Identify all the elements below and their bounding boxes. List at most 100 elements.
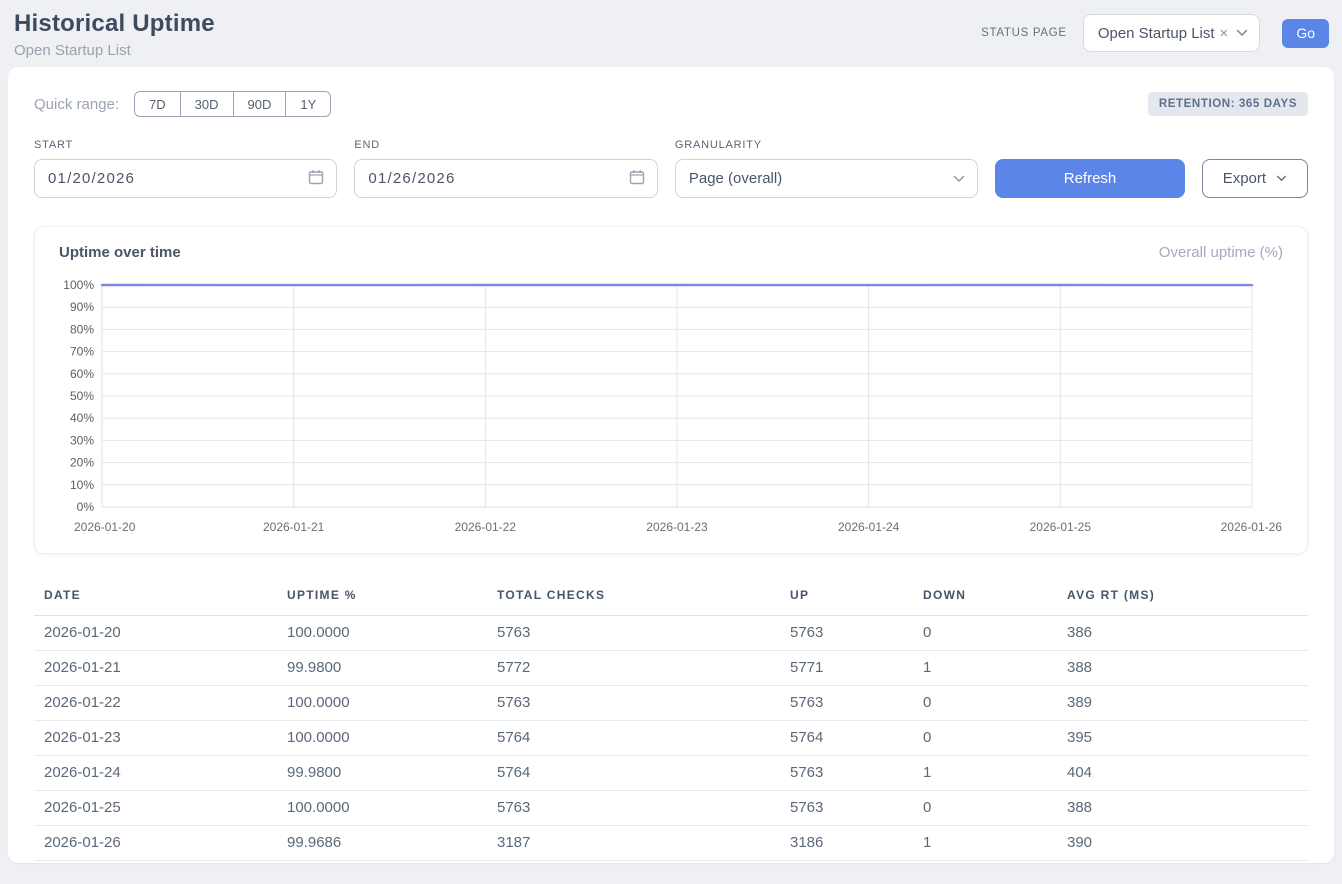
y-axis-tick-label: 0% bbox=[77, 500, 95, 514]
table-cell: 0 bbox=[913, 616, 1057, 651]
status-page-select[interactable]: Open Startup List × bbox=[1083, 14, 1261, 52]
uptime-line-chart: 0%10%20%30%40%50%60%70%80%90%100%2026-01… bbox=[35, 269, 1307, 547]
controls-row: START 01/20/2026 END 01/26/2026 GRANULAR… bbox=[34, 139, 1308, 198]
chevron-down-icon bbox=[1276, 175, 1287, 182]
end-label: END bbox=[354, 139, 657, 151]
table-row: 2026-01-20100.0000576357630386 bbox=[34, 616, 1308, 651]
table-row: 2026-01-22100.0000576357630389 bbox=[34, 686, 1308, 721]
refresh-button[interactable]: Refresh bbox=[995, 159, 1185, 198]
granularity-label: GRANULARITY bbox=[675, 139, 978, 151]
table-cell: 2026-01-21 bbox=[34, 651, 277, 686]
table-cell: 3186 bbox=[780, 826, 913, 861]
y-axis-tick-label: 80% bbox=[70, 322, 94, 336]
table-cell: 5763 bbox=[487, 616, 780, 651]
table-cell: 5763 bbox=[487, 686, 780, 721]
chevron-down-icon bbox=[953, 175, 965, 183]
clear-selection-icon[interactable]: × bbox=[1220, 26, 1229, 41]
column-header: DOWN bbox=[913, 578, 1057, 616]
granularity-field: GRANULARITY Page (overall) bbox=[675, 139, 978, 198]
quick-range-button-group: 7D30D90D1Y bbox=[134, 91, 331, 117]
x-axis-tick-label: 2026-01-20 bbox=[74, 520, 136, 534]
end-date-field: END 01/26/2026 bbox=[354, 139, 657, 198]
table-row: 2026-01-2499.9800576457631404 bbox=[34, 756, 1308, 791]
granularity-selected-value: Page (overall) bbox=[689, 170, 782, 187]
table-cell: 5764 bbox=[780, 721, 913, 756]
page-subtitle: Open Startup List bbox=[14, 42, 215, 59]
table-cell: 2026-01-23 bbox=[34, 721, 277, 756]
calendar-icon[interactable] bbox=[629, 169, 645, 189]
retention-badge: RETENTION: 365 DAYS bbox=[1148, 92, 1308, 116]
table-cell: 5763 bbox=[780, 791, 913, 826]
start-label: START bbox=[34, 139, 337, 151]
end-date-input[interactable]: 01/26/2026 bbox=[354, 159, 657, 198]
table-cell: 100.0000 bbox=[277, 616, 487, 651]
calendar-icon[interactable] bbox=[308, 169, 324, 189]
table-row: 2026-01-2199.9800577257711388 bbox=[34, 651, 1308, 686]
table-cell: 1 bbox=[913, 651, 1057, 686]
uptime-table: DATEUPTIME %TOTAL CHECKSUPDOWNAVG RT (MS… bbox=[34, 578, 1308, 861]
table-cell: 0 bbox=[913, 791, 1057, 826]
column-header: TOTAL CHECKS bbox=[487, 578, 780, 616]
table-cell: 5763 bbox=[487, 791, 780, 826]
granularity-select[interactable]: Page (overall) bbox=[675, 159, 978, 198]
start-date-input[interactable]: 01/20/2026 bbox=[34, 159, 337, 198]
x-axis-tick-label: 2026-01-23 bbox=[646, 520, 708, 534]
y-axis-tick-label: 50% bbox=[70, 389, 94, 403]
table-cell: 0 bbox=[913, 721, 1057, 756]
x-axis-tick-label: 2026-01-26 bbox=[1221, 520, 1283, 534]
start-date-value: 01/20/2026 bbox=[48, 170, 135, 187]
y-axis-tick-label: 60% bbox=[70, 367, 94, 381]
x-axis-tick-label: 2026-01-25 bbox=[1030, 520, 1092, 534]
chart-header: Uptime over time Overall uptime (%) bbox=[35, 244, 1307, 261]
table-row: 2026-01-2699.9686318731861390 bbox=[34, 826, 1308, 861]
page-title: Historical Uptime bbox=[14, 10, 215, 38]
table-cell: 395 bbox=[1057, 721, 1308, 756]
y-axis-tick-label: 100% bbox=[63, 278, 94, 292]
table-cell: 100.0000 bbox=[277, 721, 487, 756]
table-cell: 1 bbox=[913, 756, 1057, 791]
status-page-label: STATUS PAGE bbox=[981, 27, 1067, 39]
table-cell: 2026-01-22 bbox=[34, 686, 277, 721]
table-cell: 100.0000 bbox=[277, 791, 487, 826]
table-cell: 5764 bbox=[487, 756, 780, 791]
table-row: 2026-01-25100.0000576357630388 bbox=[34, 791, 1308, 826]
chart-legend: Overall uptime (%) bbox=[1159, 244, 1283, 261]
table-cell: 404 bbox=[1057, 756, 1308, 791]
y-axis-tick-label: 70% bbox=[70, 345, 94, 359]
y-axis-tick-label: 10% bbox=[70, 478, 94, 492]
y-axis-tick-label: 20% bbox=[70, 456, 94, 470]
top-header: Historical Uptime Open Startup List STAT… bbox=[0, 0, 1342, 59]
table-cell: 5772 bbox=[487, 651, 780, 686]
go-button[interactable]: Go bbox=[1282, 19, 1329, 48]
main-panel: Quick range: 7D30D90D1Y RETENTION: 365 D… bbox=[8, 67, 1334, 863]
header-right: STATUS PAGE Open Startup List × Go bbox=[981, 14, 1329, 52]
y-axis-tick-label: 90% bbox=[70, 300, 94, 314]
column-header: AVG RT (MS) bbox=[1057, 578, 1308, 616]
export-button[interactable]: Export bbox=[1202, 159, 1308, 198]
chart-title: Uptime over time bbox=[59, 244, 181, 261]
export-button-label: Export bbox=[1223, 170, 1266, 187]
quick-range-7d-button[interactable]: 7D bbox=[134, 91, 181, 117]
table-cell: 2026-01-26 bbox=[34, 826, 277, 861]
table-cell: 1 bbox=[913, 826, 1057, 861]
table-cell: 5771 bbox=[780, 651, 913, 686]
status-page-selected-value: Open Startup List bbox=[1098, 25, 1215, 42]
table-cell: 99.9800 bbox=[277, 756, 487, 791]
quick-range-1y-button[interactable]: 1Y bbox=[285, 91, 331, 117]
quick-range-30d-button[interactable]: 30D bbox=[180, 91, 234, 117]
table-header-row: DATEUPTIME %TOTAL CHECKSUPDOWNAVG RT (MS… bbox=[34, 578, 1308, 616]
end-date-value: 01/26/2026 bbox=[368, 170, 455, 187]
table-cell: 0 bbox=[913, 686, 1057, 721]
start-date-field: START 01/20/2026 bbox=[34, 139, 337, 198]
table-cell: 390 bbox=[1057, 826, 1308, 861]
column-header: DATE bbox=[34, 578, 277, 616]
title-block: Historical Uptime Open Startup List bbox=[14, 10, 215, 59]
table-cell: 5763 bbox=[780, 756, 913, 791]
quick-range-90d-button[interactable]: 90D bbox=[233, 91, 287, 117]
table-cell: 389 bbox=[1057, 686, 1308, 721]
column-header: UP bbox=[780, 578, 913, 616]
x-axis-tick-label: 2026-01-24 bbox=[838, 520, 900, 534]
uptime-chart-card: Uptime over time Overall uptime (%) 0% 10… bbox=[34, 226, 1308, 554]
table-cell: 5763 bbox=[780, 616, 913, 651]
table-cell: 100.0000 bbox=[277, 686, 487, 721]
